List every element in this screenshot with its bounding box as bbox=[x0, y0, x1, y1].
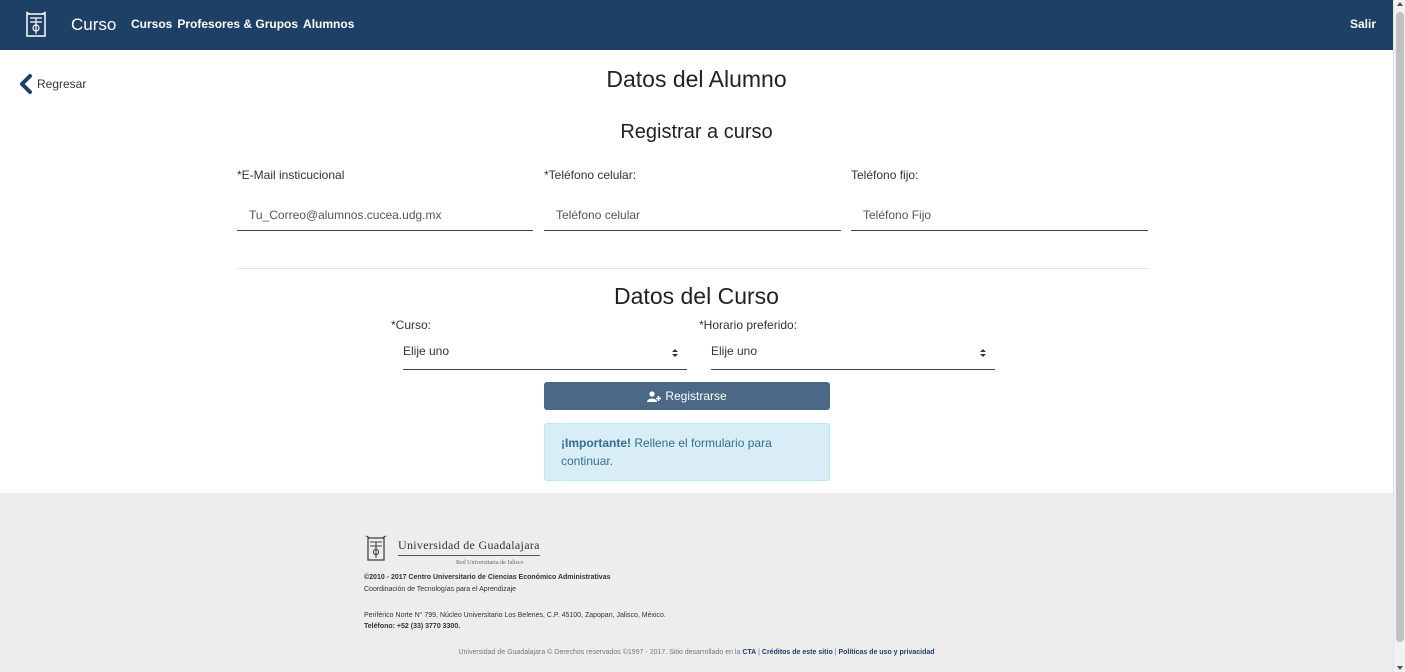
nav-link-alumnos[interactable]: Alumnos bbox=[303, 17, 354, 31]
course-select-value: Elije uno bbox=[403, 344, 450, 358]
footer-rights-text: Universidad de Guadalajara © Derechos re… bbox=[458, 649, 743, 656]
sort-caret-icon bbox=[672, 349, 678, 357]
footer: Universidad de Guadalajara Red Universit… bbox=[0, 493, 1393, 672]
alert-strong-text: ¡Importante! bbox=[561, 436, 631, 450]
email-label: *E-Mail insticucional bbox=[237, 168, 345, 182]
footer-network-name: Red Universitaria de Jalisco bbox=[456, 560, 524, 566]
register-button-label: Registrarse bbox=[665, 389, 727, 403]
schedule-select[interactable]: Elije uno bbox=[711, 340, 995, 370]
university-crest-icon[interactable] bbox=[24, 10, 48, 40]
cell-phone-input[interactable] bbox=[544, 199, 841, 231]
page-title: Datos del Alumno bbox=[606, 66, 787, 92]
university-crest-icon bbox=[365, 535, 387, 561]
nav-links: Cursos Profesores & Grupos Alumnos bbox=[131, 17, 354, 31]
scroll-down-arrow-icon[interactable] bbox=[1397, 666, 1403, 670]
add-user-icon bbox=[647, 390, 662, 402]
register-button[interactable]: Registrarse bbox=[544, 382, 830, 410]
email-input[interactable] bbox=[237, 199, 533, 231]
nav-brand[interactable]: Curso bbox=[71, 15, 116, 35]
cta-link[interactable]: CTA bbox=[742, 649, 756, 656]
section-title-course-data: Datos del Curso bbox=[614, 283, 779, 309]
course-label: *Curso: bbox=[391, 318, 432, 332]
landline-phone-label: Teléfono fijo: bbox=[851, 168, 919, 182]
landline-phone-input[interactable] bbox=[851, 199, 1148, 231]
privacy-policy-link[interactable]: Políticas de uso y privacidad bbox=[838, 649, 934, 656]
section-divider bbox=[237, 268, 1148, 269]
nav-link-profesores-grupos[interactable]: Profesores & Grupos bbox=[177, 17, 298, 31]
footer-university-name: Universidad de Guadalajara bbox=[398, 538, 540, 556]
footer-copyright: ©2010 - 2017 Centro Universitario de Cie… bbox=[364, 574, 611, 581]
top-navbar: Curso Cursos Profesores & Grupos Alumnos… bbox=[0, 0, 1393, 50]
nav-link-cursos[interactable]: Cursos bbox=[131, 17, 172, 31]
logout-link[interactable]: Salir bbox=[1350, 17, 1376, 31]
footer-coordination: Coordinación de Tecnologías para el Apre… bbox=[364, 586, 517, 593]
footer-bottom-line: Universidad de Guadalajara © Derechos re… bbox=[0, 649, 1393, 656]
footer-phone: Teléfono: +52 (33) 3770 3300. bbox=[364, 623, 461, 630]
footer-address: Periférico Norte N° 799, Núcleo Universi… bbox=[364, 612, 666, 619]
info-alert: ¡Importante! Rellene el formulario para … bbox=[544, 423, 830, 481]
course-select[interactable]: Elije uno bbox=[403, 340, 687, 370]
cell-phone-label: *Teléfono celular: bbox=[544, 168, 637, 182]
vertical-scrollbar[interactable] bbox=[1393, 0, 1405, 672]
schedule-select-value: Elije uno bbox=[711, 344, 758, 358]
sort-caret-icon bbox=[980, 349, 986, 357]
credits-link[interactable]: Créditos de este sitio bbox=[762, 649, 833, 656]
scroll-thumb[interactable] bbox=[1396, 12, 1404, 642]
scroll-up-arrow-icon[interactable] bbox=[1397, 2, 1403, 6]
schedule-label: *Horario preferido: bbox=[699, 318, 798, 332]
section-title-register: Registrar a curso bbox=[620, 121, 773, 143]
